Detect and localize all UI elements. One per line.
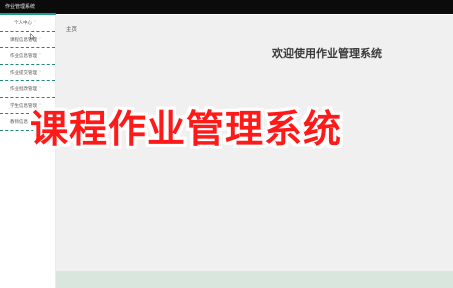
sidebar-item-label: 个人中心 <box>14 21 32 26</box>
bottom-panel <box>56 271 453 288</box>
app-window: 作业管理系统 个人中心 ˅ 课程信息管理 ˅ 作业信息管理 ˅ 作业提交管理 ˅ 作业批… <box>0 0 453 288</box>
sidebar-item-label: 作业信息管理 <box>10 54 37 59</box>
sidebar-item-homework-submit[interactable]: 作业提交管理 ˅ <box>0 65 55 81</box>
chevron-down-icon: ˅ <box>39 36 41 42</box>
chevron-down-icon: ˅ <box>39 69 41 75</box>
sidebar-item-homework-info[interactable]: 作业信息管理 ˅ <box>0 48 55 65</box>
welcome-heading: 欢迎使用作业管理系统 <box>272 47 382 60</box>
app-title: 作业管理系统 <box>5 4 36 10</box>
sidebar-item-personal-center[interactable]: 个人中心 ˅ <box>0 15 55 32</box>
sidebar-item-label: 作业批改管理 <box>10 87 37 92</box>
sidebar-item-homework-grading[interactable]: 作业批改管理 ˅ <box>0 81 55 98</box>
overlay-title: 课程作业管理系统 <box>30 107 343 151</box>
sidebar-item-label: 作业提交管理 <box>10 70 37 76</box>
chevron-down-icon: ˅ <box>39 86 41 91</box>
sidebar-item-course-info[interactable]: 课程信息管理 ˅ <box>0 32 55 48</box>
title-bar: 作业管理系统 <box>0 0 453 14</box>
mouse-cursor-icon <box>30 33 35 40</box>
chevron-down-icon: ˅ <box>34 20 36 25</box>
tab-home[interactable]: 主页 <box>66 25 77 33</box>
chevron-down-icon: ˅ <box>39 53 41 58</box>
